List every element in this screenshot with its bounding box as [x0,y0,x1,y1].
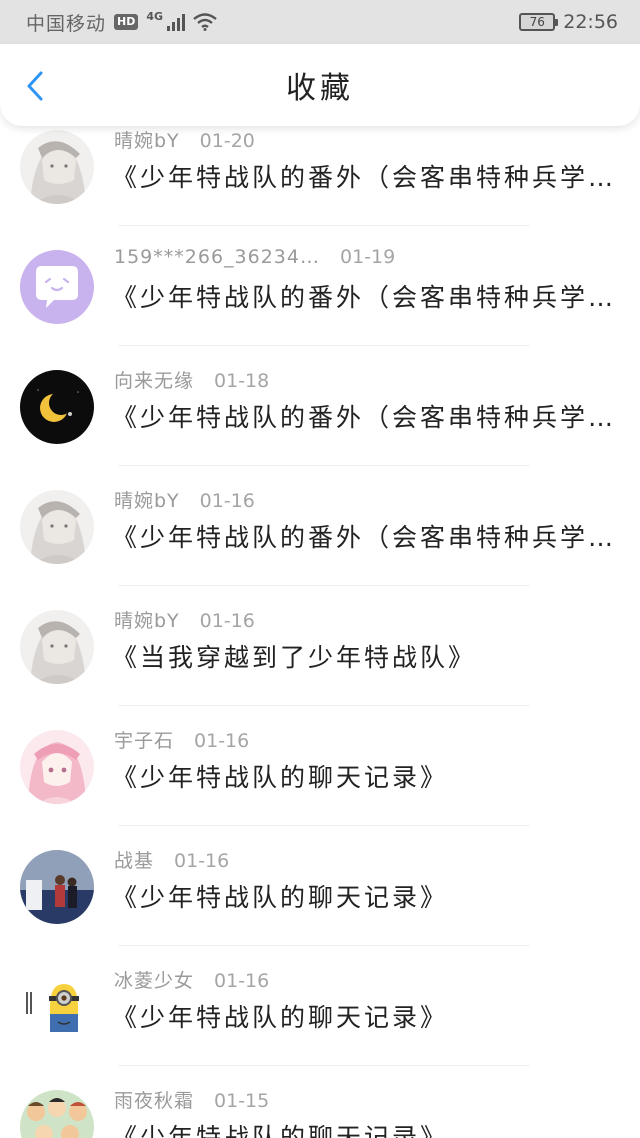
item-title[interactable]: 《少年特战队的番外（会客串特种兵学… [112,518,618,554]
username[interactable]: 冰菱少女 [114,966,194,993]
avatar[interactable] [20,730,94,804]
list-item[interactable]: 晴婉bY 01-16 《少年特战队的番外（会客串特种兵学… [0,466,640,586]
list-item[interactable]: 向来无缘 01-18 《少年特战队的番外（会客串特种兵学… [0,346,640,466]
date: 01-19 [339,246,396,268]
avatar[interactable] [20,850,94,924]
battery-level: 76 [529,15,545,29]
item-title[interactable]: 《少年特战队的番外（会客串特种兵学… [112,278,618,314]
chevron-left-icon [27,71,43,101]
username[interactable]: 战基 [114,846,154,873]
list-item[interactable]: 159***266_36234… 01-19 《少年特战队的番外（会客串特种兵学… [0,226,640,346]
hd-badge: HD [114,14,139,30]
username[interactable]: 晴婉bY [114,126,180,153]
avatar[interactable] [20,490,94,564]
header: 收藏 [0,44,640,126]
list-item[interactable]: 宇子石 01-16 《少年特战队的聊天记录》 [0,706,640,826]
item-meta: 雨夜秋霜 01-15 [114,1086,269,1113]
signal-icon [167,13,186,31]
item-meta: 159***266_36234… 01-19 [114,246,395,268]
username[interactable]: 雨夜秋霜 [114,1086,194,1113]
date: 01-18 [214,370,270,392]
status-left: 中国移动 HD 4G [26,9,217,36]
item-title[interactable]: 《少年特战队的番外（会客串特种兵学… [112,398,618,434]
item-meta: 晴婉bY 01-16 [114,486,255,513]
item-meta: 向来无缘 01-18 [114,366,269,393]
status-bar: 中国移动 HD 4G 76 22:56 [0,0,640,44]
date: 01-16 [174,850,230,872]
username[interactable]: 晴婉bY [114,606,180,633]
avatar[interactable] [20,1090,94,1138]
item-meta: 冰菱少女 01-16 [114,966,269,993]
date: 01-16 [214,970,270,992]
item-title[interactable]: 《当我穿越到了少年特战队》 [112,638,618,674]
status-right: 76 22:56 [519,11,618,33]
list-item[interactable]: 雨夜秋霜 01-15 《少年特战队的聊天记录》 [0,1066,640,1138]
list-item[interactable]: 晴婉bY 01-16 《当我穿越到了少年特战队》 [0,586,640,706]
date: 01-15 [214,1090,270,1112]
avatar[interactable] [20,250,94,324]
item-meta: 战基 01-16 [114,846,229,873]
item-title[interactable]: 《少年特战队的聊天记录》 [112,998,618,1034]
date: 01-16 [199,610,255,632]
carrier-name: 中国移动 [26,12,107,35]
network-type: 4G [146,9,164,23]
avatar[interactable] [20,130,94,204]
avatar[interactable] [20,370,94,444]
item-title[interactable]: 《少年特战队的聊天记录》 [112,758,618,794]
list-item[interactable]: 战基 01-16 《少年特战队的聊天记录》 [0,826,640,946]
date: 01-20 [199,130,255,152]
battery-icon: 76 [519,13,559,31]
item-meta: 晴婉bY 01-20 [114,126,255,153]
item-title[interactable]: 《少年特战队的番外（会客串特种兵学… [112,158,618,194]
item-meta: 宇子石 01-16 [114,726,249,753]
item-title[interactable]: 《少年特战队的聊天记录》 [112,878,618,914]
avatar[interactable] [20,970,94,1044]
back-button[interactable] [20,70,50,102]
list-item[interactable]: 晴婉bY 01-20 《少年特战队的番外（会客串特种兵学… [0,126,640,226]
page-title: 收藏 [286,71,354,106]
username[interactable]: 向来无缘 [114,366,194,393]
clock: 22:56 [563,11,618,33]
list-item[interactable]: 冰菱少女 01-16 《少年特战队的聊天记录》 [0,946,640,1066]
date: 01-16 [194,730,250,752]
wifi-icon [193,13,217,31]
item-meta: 晴婉bY 01-16 [114,606,255,633]
item-title[interactable]: 《少年特战队的聊天记录》 [112,1118,618,1138]
date: 01-16 [199,490,255,512]
avatar[interactable] [20,610,94,684]
username[interactable]: 晴婉bY [114,486,180,513]
username[interactable]: 159***266_36234… [114,246,320,268]
username[interactable]: 宇子石 [114,726,174,753]
favorites-list[interactable]: 晴婉bY 01-20 《少年特战队的番外（会客串特种兵学… 159***266_… [0,126,640,1138]
